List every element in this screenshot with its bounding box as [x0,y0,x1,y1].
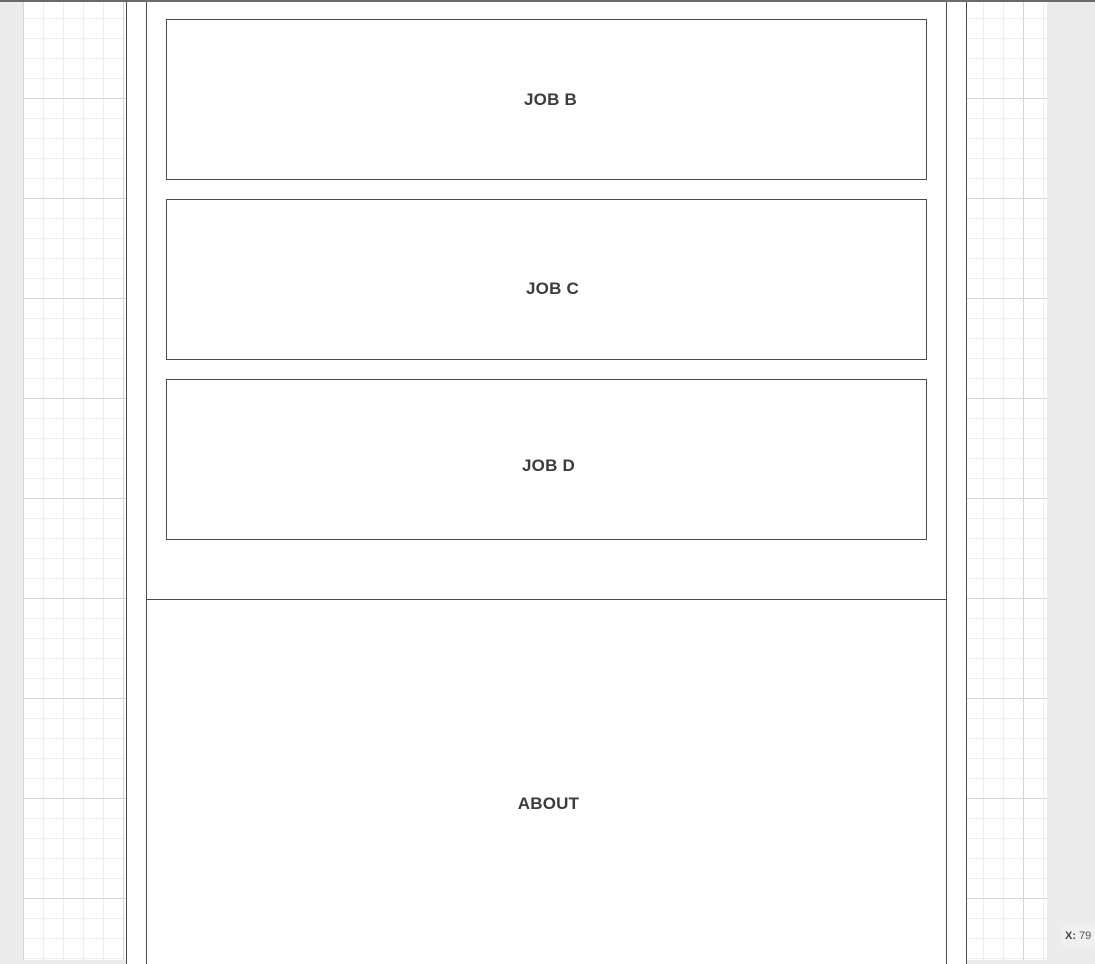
about-title: ABOUT [517,794,580,813]
job-card-b[interactable]: JOB B [166,19,927,180]
job-card-label: JOB B [524,89,577,109]
page-content: JOB B JOB C JOB D ABOUT [146,2,947,964]
design-canvas[interactable]: JOB B JOB C JOB D ABOUT [23,2,1047,964]
jobs-section: JOB B JOB C JOB D [147,2,946,600]
job-card-label: JOB D [522,455,575,475]
job-card-label: JOB C [526,278,579,298]
coordinate-readout: X: 79 [1061,927,1095,945]
job-card-d[interactable]: JOB D [166,379,927,540]
about-section[interactable]: ABOUT [147,600,946,964]
coordinate-x-label: X: [1065,930,1076,942]
page-frame: JOB B JOB C JOB D ABOUT [126,2,967,964]
job-card-c[interactable]: JOB C [166,199,927,360]
coordinate-x-value: 79 [1079,930,1092,942]
